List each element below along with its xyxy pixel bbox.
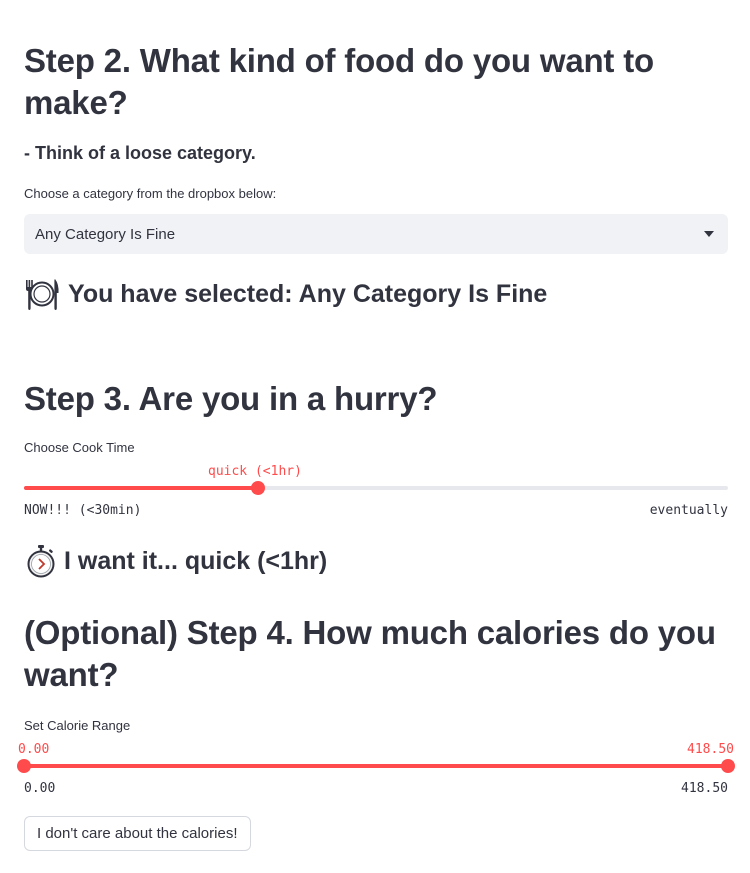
- cook-time-result: I want it... quick (<1hr): [24, 544, 327, 578]
- cook-time-current-value: quick (<1hr): [208, 464, 302, 479]
- cook-time-result-text: I want it... quick (<1hr): [64, 546, 328, 575]
- ignore-calories-button[interactable]: I don't care about the calories!: [24, 816, 251, 851]
- calorie-high-thumb[interactable]: [721, 759, 735, 773]
- calorie-range-label: Set Calorie Range: [24, 718, 131, 733]
- stopwatch-icon: [27, 545, 55, 578]
- calorie-range-fill: [24, 764, 728, 768]
- category-select-value: Any Category Is Fine: [35, 225, 176, 243]
- calorie-max-label: 418.50: [681, 781, 728, 796]
- cook-time-slider[interactable]: [24, 481, 728, 495]
- selection-result: You have selected: Any Category Is Fine: [24, 276, 547, 312]
- calorie-min-label: 0.00: [24, 781, 56, 796]
- cook-time-label: Choose Cook Time: [24, 440, 135, 455]
- selection-text: You have selected: Any Category Is Fine: [68, 279, 548, 308]
- calorie-low-value: 0.00: [18, 742, 50, 757]
- plate-cutlery-icon: [26, 279, 59, 310]
- cook-time-min-label: NOW!!! (<30min): [24, 503, 142, 518]
- step4-heading: (Optional) Step 4. How much calories do …: [24, 614, 716, 693]
- calorie-range-slider[interactable]: [17, 759, 735, 773]
- step2-heading: Step 2. What kind of food do you want to…: [24, 42, 654, 121]
- calorie-high-value: 418.50: [687, 742, 734, 757]
- cook-time-max-label: eventually: [649, 503, 728, 518]
- category-select-label: Choose a category from the dropbox below…: [24, 186, 277, 201]
- cook-time-slider-fill: [24, 486, 259, 490]
- chevron-down-icon[interactable]: [704, 231, 714, 237]
- cook-time-slider-thumb[interactable]: [251, 481, 266, 495]
- step3-heading: Step 3. Are you in a hurry?: [24, 380, 438, 417]
- calorie-low-thumb[interactable]: [17, 759, 31, 773]
- category-select[interactable]: Any Category Is Fine: [24, 214, 728, 254]
- step2-subheading: - Think of a loose category.: [24, 143, 256, 163]
